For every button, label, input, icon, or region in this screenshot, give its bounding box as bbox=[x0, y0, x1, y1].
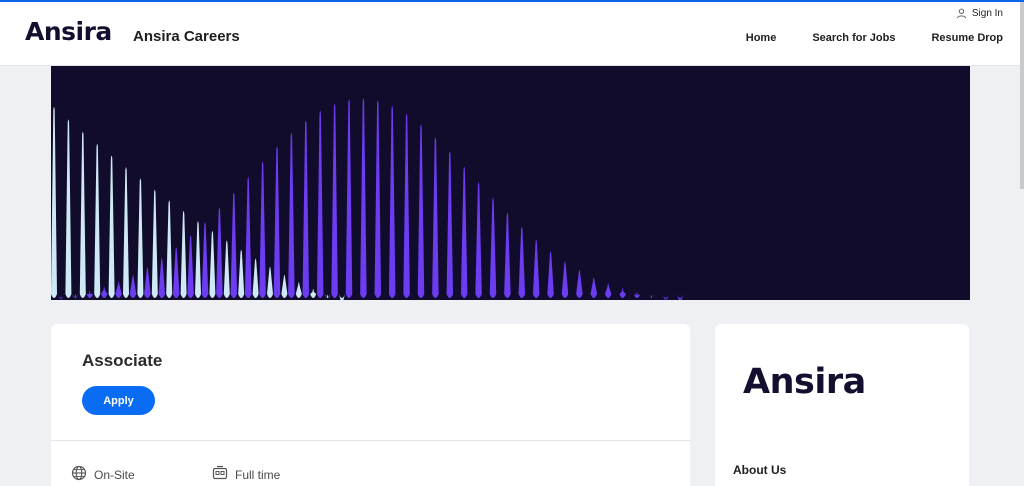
nav-home[interactable]: Home bbox=[746, 32, 777, 44]
sign-in-link[interactable]: Sign In bbox=[956, 8, 1003, 19]
wave-stroke bbox=[648, 294, 655, 299]
wave-stroke bbox=[259, 161, 266, 298]
wave-stroke bbox=[590, 277, 598, 298]
wave-stroke bbox=[123, 167, 129, 298]
wave-stroke bbox=[166, 200, 173, 298]
wave-stroke bbox=[137, 178, 144, 298]
wave-stroke bbox=[316, 110, 324, 298]
wave-stroke bbox=[360, 98, 367, 298]
wave-stroke bbox=[151, 189, 158, 298]
wave-stroke bbox=[57, 294, 65, 300]
wave-stroke bbox=[51, 107, 57, 298]
wave-stroke bbox=[619, 288, 626, 298]
wave-stroke bbox=[129, 274, 137, 298]
wave-stroke bbox=[518, 226, 526, 298]
wave-stroke bbox=[86, 290, 94, 298]
wave-stroke bbox=[281, 274, 288, 298]
workplace-label: On-Site bbox=[94, 467, 135, 482]
wave-stroke bbox=[238, 249, 245, 298]
wave-stroke bbox=[561, 261, 569, 298]
wave-stroke bbox=[662, 294, 670, 300]
job-title: Associate bbox=[82, 351, 163, 370]
wave-stroke bbox=[460, 166, 468, 298]
wave-stroke bbox=[94, 143, 101, 298]
wave-stroke bbox=[345, 99, 353, 298]
wave-stroke bbox=[374, 100, 382, 299]
hero-banner bbox=[51, 66, 970, 300]
wave-stroke bbox=[187, 235, 194, 298]
building-icon bbox=[212, 465, 228, 484]
wave-stroke bbox=[403, 113, 410, 298]
wave-stroke bbox=[216, 207, 223, 298]
wave-stroke bbox=[302, 120, 310, 298]
wave-stroke bbox=[201, 222, 209, 298]
employment-type: Full time bbox=[212, 465, 280, 484]
wave-stroke bbox=[295, 282, 302, 298]
main-nav: Home Search for Jobs Resume Drop bbox=[746, 32, 1003, 44]
ansira-logo[interactable]: Ansira bbox=[25, 17, 112, 46]
wave-stroke bbox=[676, 294, 684, 300]
wave-stroke bbox=[446, 151, 454, 298]
wave-graphic bbox=[51, 98, 684, 300]
scrollbar-thumb[interactable] bbox=[1020, 2, 1024, 189]
wave-stroke bbox=[504, 212, 511, 298]
wave-stroke bbox=[115, 281, 122, 298]
wave-stroke bbox=[388, 105, 396, 298]
wave-stroke bbox=[339, 294, 345, 300]
wave-stroke bbox=[417, 124, 425, 299]
wave-stroke bbox=[79, 131, 86, 298]
divider bbox=[51, 440, 690, 441]
wave-stroke bbox=[532, 239, 540, 298]
wave-stroke bbox=[172, 247, 180, 298]
wave-stroke bbox=[158, 257, 166, 298]
wave-stroke bbox=[604, 283, 612, 298]
wave-stroke bbox=[195, 221, 201, 298]
wave-stroke bbox=[100, 286, 108, 298]
wave-stroke bbox=[288, 132, 295, 298]
nav-search-jobs[interactable]: Search for Jobs bbox=[812, 32, 895, 44]
wave-stroke bbox=[252, 258, 259, 298]
wave-stroke bbox=[489, 197, 497, 298]
company-logo: Ansira bbox=[743, 362, 866, 402]
wave-stroke bbox=[547, 251, 554, 298]
wave-stroke bbox=[230, 192, 238, 298]
employment-type-label: Full time bbox=[235, 467, 281, 482]
wave-stroke bbox=[209, 231, 216, 298]
wave-stroke bbox=[331, 103, 338, 298]
wave-stroke bbox=[633, 291, 641, 298]
site-title[interactable]: Ansira Careers bbox=[133, 28, 240, 45]
apply-button[interactable]: Apply bbox=[82, 386, 155, 415]
sign-in-label: Sign In bbox=[971, 8, 1003, 19]
site-header: Ansira Ansira Careers Sign In Home Searc… bbox=[0, 2, 1024, 66]
wave-stroke bbox=[576, 269, 583, 298]
company-card: Ansira About Us bbox=[715, 324, 969, 486]
wave-stroke bbox=[324, 294, 331, 298]
wave-stroke bbox=[144, 267, 151, 298]
wave-stroke bbox=[108, 155, 115, 298]
wave-stroke bbox=[223, 240, 230, 298]
wave-stroke bbox=[72, 294, 79, 298]
user-icon bbox=[956, 8, 967, 19]
workplace-type: On-Site bbox=[71, 465, 135, 484]
wave-stroke bbox=[432, 137, 439, 298]
wave-stroke bbox=[65, 119, 72, 298]
globe-icon bbox=[71, 465, 87, 484]
about-us-heading: About Us bbox=[733, 463, 787, 477]
job-card: Associate Apply On-Site Full time bbox=[51, 324, 690, 486]
wave-stroke bbox=[244, 176, 252, 298]
wave-stroke bbox=[475, 182, 482, 298]
wave-stroke bbox=[180, 210, 187, 298]
nav-resume-drop[interactable]: Resume Drop bbox=[931, 32, 1003, 44]
wave-stroke bbox=[310, 288, 317, 298]
wave-stroke bbox=[267, 266, 273, 298]
wave-stroke bbox=[273, 146, 281, 298]
